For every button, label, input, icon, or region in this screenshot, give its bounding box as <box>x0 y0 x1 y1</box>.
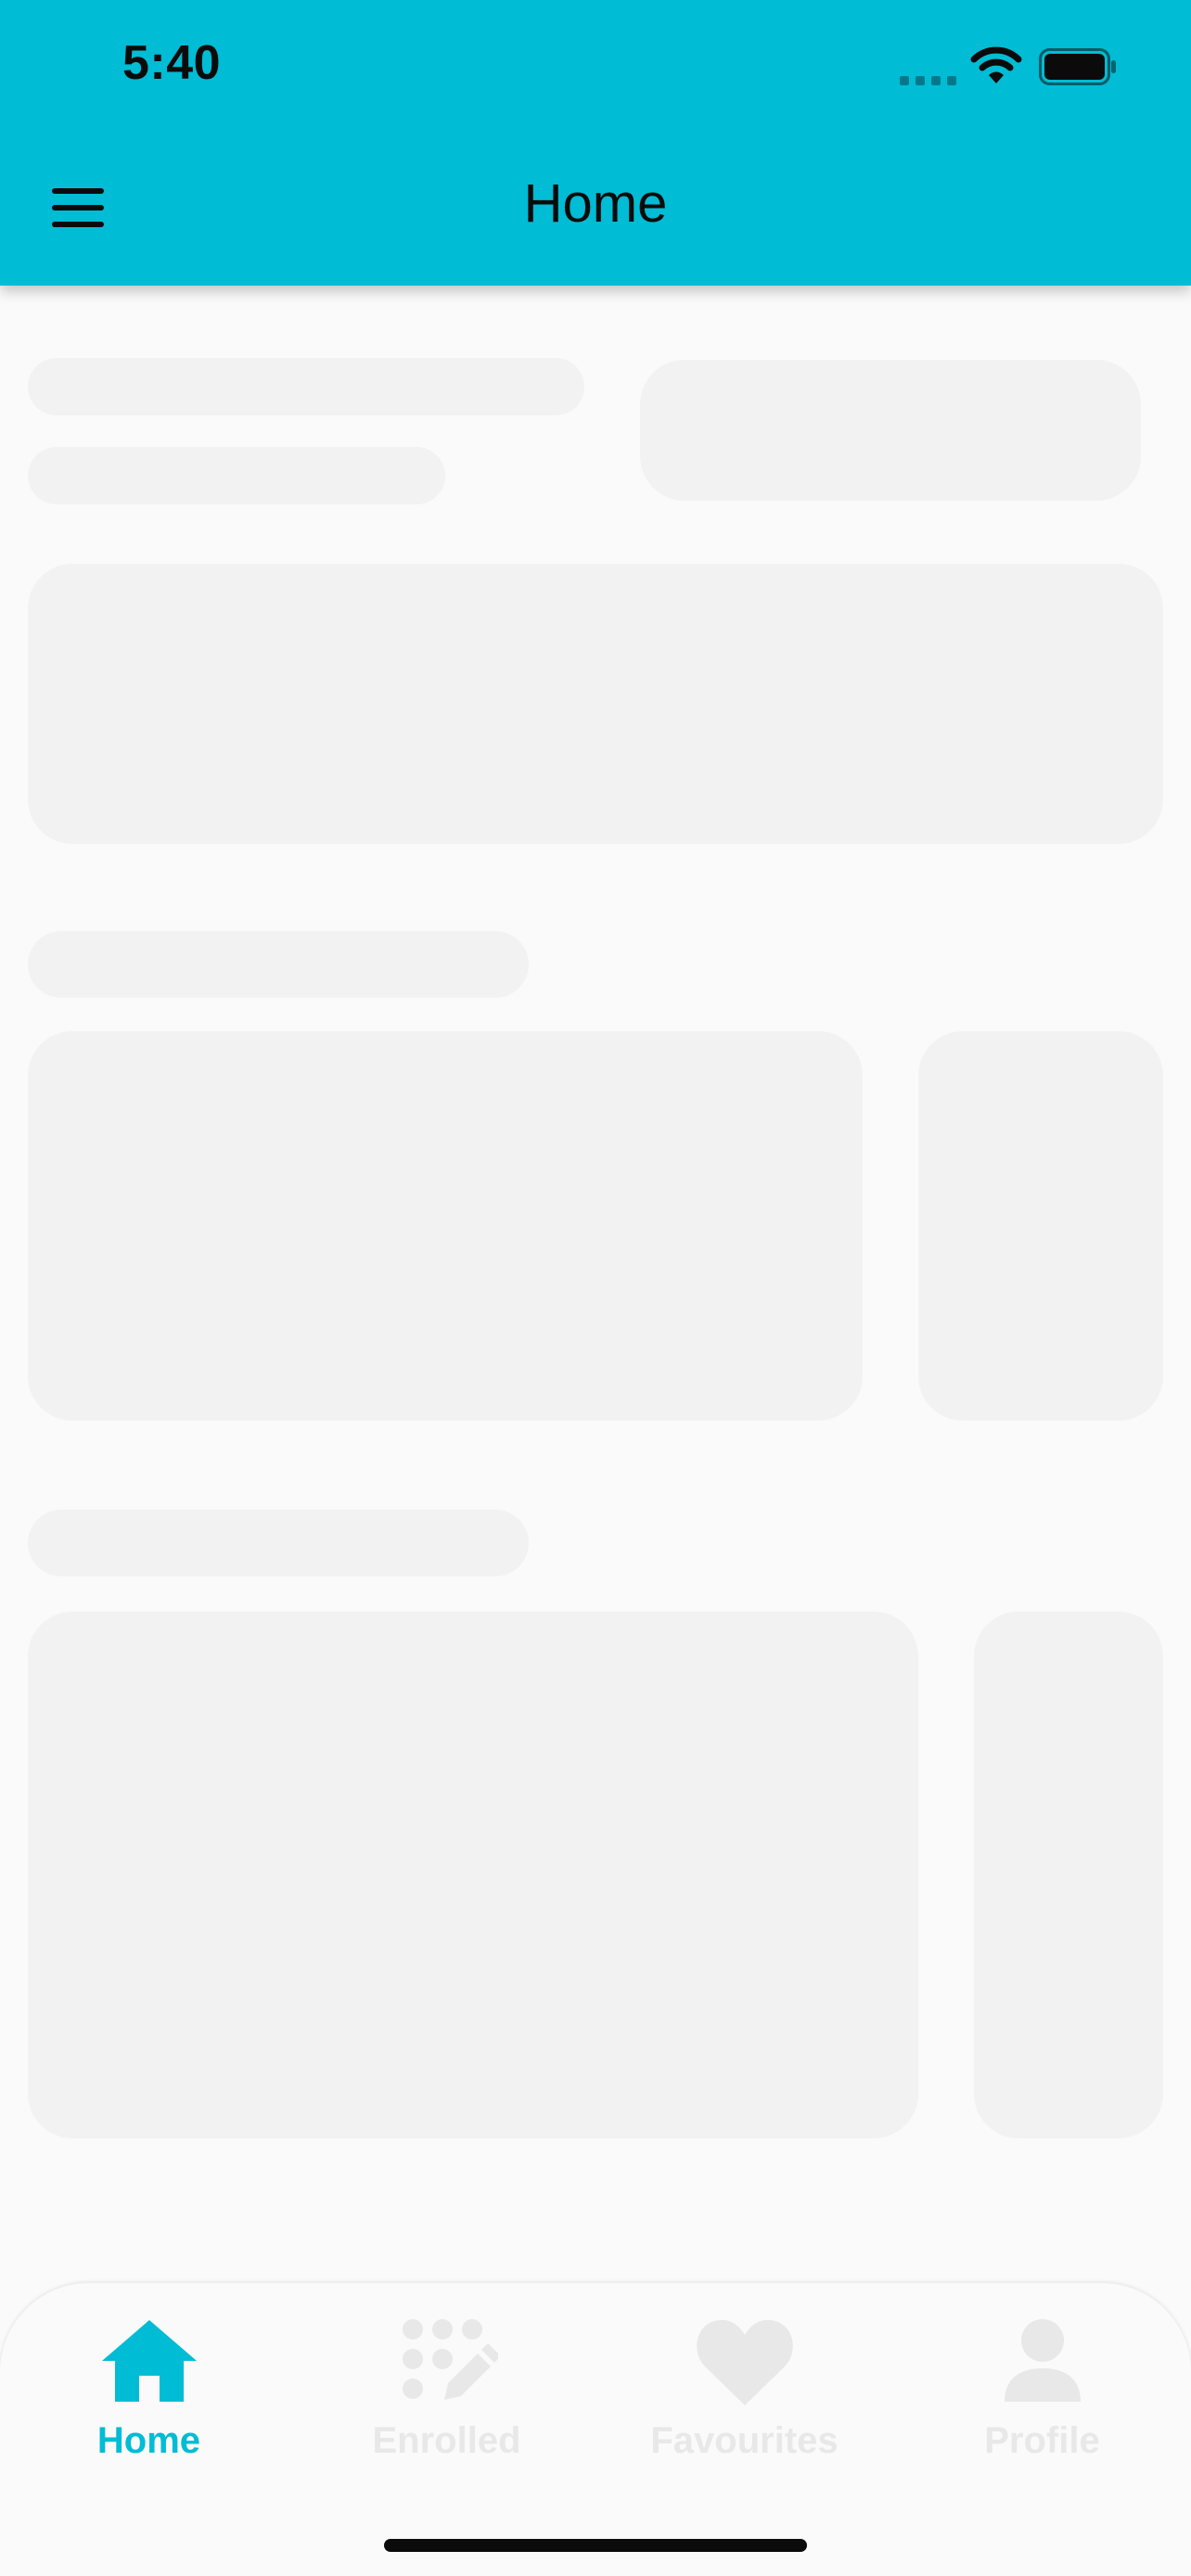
nav-item-favourites[interactable]: Favourites <box>596 2283 893 2487</box>
nav-item-profile[interactable]: Profile <box>893 2283 1191 2487</box>
nav-label-enrolled: Enrolled <box>372 2420 521 2461</box>
home-icon <box>101 2320 197 2402</box>
nav-item-enrolled[interactable]: Enrolled <box>298 2283 596 2487</box>
bottom-navigation: Home Enrolled Favourites Profile <box>0 2283 1191 2576</box>
status-time: 5:40 <box>122 36 222 90</box>
app-bar: 5:40 Home <box>0 0 1191 286</box>
skeleton-greeting-line-2 <box>28 447 445 504</box>
skeleton-section-title-2 <box>28 1510 529 1576</box>
nav-item-home[interactable]: Home <box>0 2283 298 2487</box>
skeleton-card <box>918 1031 1163 1421</box>
battery-icon <box>1039 48 1116 85</box>
cellular-signal-icon <box>900 76 957 85</box>
skeleton-card <box>974 1612 1163 2138</box>
nav-label-profile: Profile <box>984 2420 1100 2461</box>
skeleton-card <box>28 1612 918 2138</box>
page-title: Home <box>523 173 668 234</box>
nav-label-favourites: Favourites <box>650 2420 839 2461</box>
skeleton-header-card <box>640 360 1141 501</box>
heart-icon <box>696 2319 793 2405</box>
skeleton-greeting-line-1 <box>28 358 584 415</box>
profile-icon <box>1004 2319 1081 2402</box>
enrolled-icon <box>402 2319 498 2400</box>
skeleton-section-title-1 <box>28 931 529 998</box>
nav-label-home: Home <box>96 2420 201 2461</box>
home-indicator <box>384 2539 807 2552</box>
skeleton-banner <box>28 564 1163 844</box>
wifi-icon <box>970 46 1022 83</box>
skeleton-card <box>28 1031 863 1421</box>
